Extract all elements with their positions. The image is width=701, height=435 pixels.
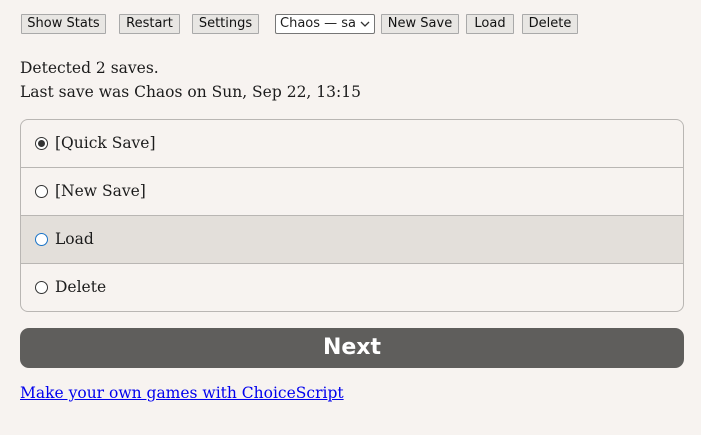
next-button[interactable]: Next [20, 328, 684, 368]
chevron-down-icon [360, 21, 370, 27]
load-button[interactable]: Load [466, 14, 514, 34]
restart-button[interactable]: Restart [119, 14, 180, 34]
choice-quick-save[interactable]: [Quick Save] [21, 120, 683, 168]
choice-label: [Quick Save] [55, 134, 156, 152]
choicescript-link[interactable]: Make your own games with ChoiceScript [20, 383, 344, 403]
settings-button[interactable]: Settings [192, 14, 259, 34]
radio-button[interactable] [35, 137, 48, 150]
choice-load[interactable]: Load [21, 216, 683, 264]
radio-button[interactable] [35, 281, 48, 294]
choice-delete[interactable]: Delete [21, 264, 683, 311]
radio-button[interactable] [35, 185, 48, 198]
choice-new-save[interactable]: [New Save] [21, 168, 683, 216]
detected-saves-text: Detected 2 saves. [20, 59, 159, 77]
new-save-button[interactable]: New Save [381, 14, 459, 34]
show-stats-button[interactable]: Show Stats [21, 14, 106, 34]
delete-button[interactable]: Delete [522, 14, 578, 34]
choice-label: Delete [55, 278, 107, 296]
choice-label: [New Save] [55, 182, 146, 200]
save-select-value: Chaos — save [280, 16, 356, 31]
save-select[interactable]: Chaos — save [275, 14, 375, 34]
choice-label: Load [55, 230, 94, 248]
last-save-text: Last save was Chaos on Sun, Sep 22, 13:1… [20, 83, 361, 101]
choice-list: [Quick Save] [New Save] Load Delete [20, 119, 684, 312]
radio-button[interactable] [35, 233, 48, 246]
